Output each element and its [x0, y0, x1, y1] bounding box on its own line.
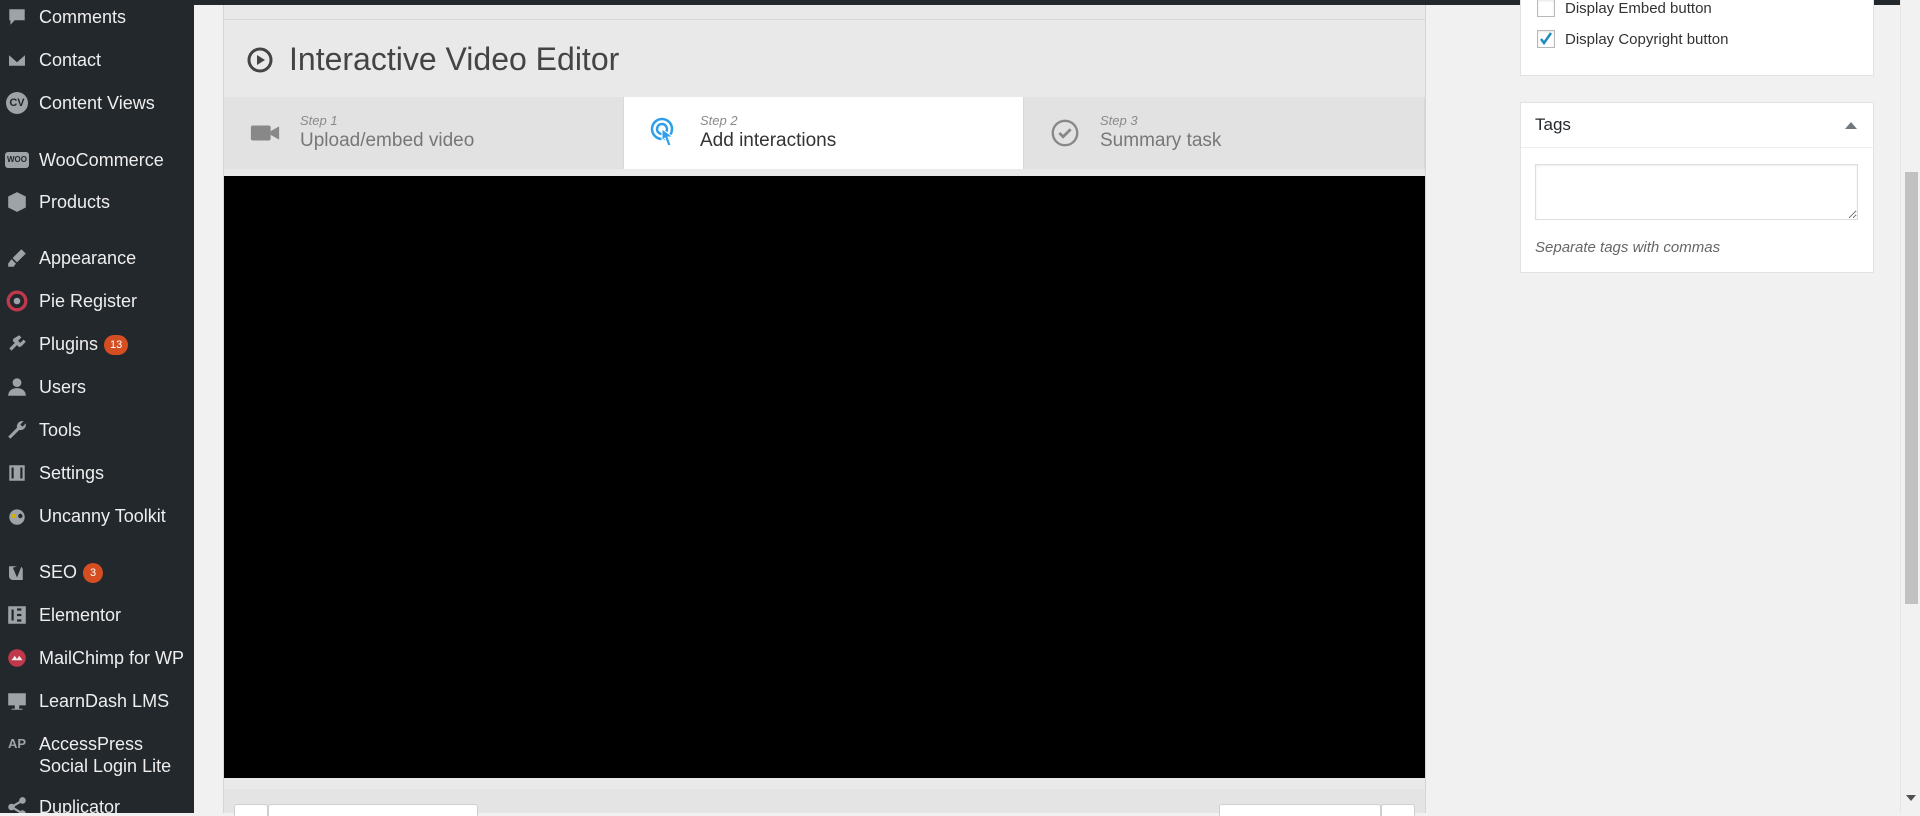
toolbar-button[interactable]: [234, 804, 268, 816]
toolbar-button[interactable]: [1381, 804, 1415, 816]
notification-badge: 3: [83, 563, 104, 583]
sidebar-item-appearance[interactable]: Appearance: [0, 247, 194, 269]
sidebar-item-label: WooCommerce: [39, 150, 164, 170]
sidebar-item-label: Contact: [39, 50, 102, 70]
plug-icon: [5, 333, 29, 355]
sliders-icon: [5, 462, 29, 484]
tags-box: Tags Separate tags with commas: [1520, 102, 1874, 273]
step-number: Step 2: [700, 113, 738, 128]
tap-icon: [648, 116, 682, 150]
tags-help-text: Separate tags with commas: [1535, 239, 1721, 256]
toolbar-button[interactable]: [1219, 804, 1381, 816]
step-label: Upload/embed video: [300, 130, 475, 151]
sidebar-item-label: LearnDash LMS: [39, 691, 170, 711]
sidebar-item-seo[interactable]: SEO 3: [0, 561, 194, 583]
yoast-icon: [5, 561, 29, 583]
sidebar-item-elementor[interactable]: Elementor: [0, 604, 194, 626]
page-scrollbar[interactable]: [1900, 0, 1920, 813]
display-embed-option[interactable]: Display Embed button: [1537, 0, 1712, 17]
embed-label: Display Embed button: [1565, 0, 1712, 17]
tab-step-2[interactable]: Step 2 Add interactions: [624, 97, 1024, 169]
step-tabs: Step 1 Upload/embed video Step 2 Add int…: [224, 97, 1425, 169]
comment-icon: [5, 6, 29, 28]
display-copyright-option[interactable]: Display Copyright button: [1537, 30, 1728, 48]
sidebar-item-label: Elementor: [39, 605, 122, 625]
sidebar-item-accesspress[interactable]: AP AccessPress Social Login Lite: [0, 733, 194, 777]
sidebar-item-products[interactable]: Products: [0, 191, 194, 213]
display-options-box: Display Embed button Display Copyright b…: [1520, 0, 1874, 76]
elementor-icon: [5, 604, 29, 626]
ap-icon: AP: [7, 736, 27, 751]
sidebar-item-users[interactable]: Users: [0, 376, 194, 398]
video-camera-icon: [248, 116, 282, 150]
step-number: Step 3: [1100, 113, 1138, 128]
sidebar-item-plugins[interactable]: Plugins 13: [0, 333, 194, 355]
tags-input[interactable]: [1535, 164, 1858, 220]
monitor-icon: [5, 690, 29, 712]
step-label: Add interactions: [700, 130, 837, 151]
sidebar-item-label: Products: [39, 192, 111, 212]
sidebar-item-comments[interactable]: Comments: [0, 6, 194, 28]
sidebar-item-duplicator[interactable]: Duplicator: [0, 796, 194, 813]
sidebar-item-label: Pie Register: [39, 291, 138, 311]
cv-icon: CV: [5, 92, 29, 114]
interactive-video-editor: Interactive Video Editor Step 1 Upload/e…: [223, 5, 1426, 816]
tab-step-3[interactable]: Step 3 Summary task: [1024, 97, 1425, 169]
sidebar-item-label: SEO: [39, 562, 78, 582]
sidebar-item-label: Tools: [39, 420, 82, 440]
sidebar-item-uncanny-toolkit[interactable]: Uncanny Toolkit: [0, 505, 194, 527]
sidebar-item-woocommerce[interactable]: WOO WooCommerce: [0, 149, 194, 171]
sidebar-item-contact[interactable]: Contact: [0, 49, 194, 71]
step-label: Summary task: [1100, 130, 1222, 151]
sidebar-item-content-views[interactable]: CV Content Views: [0, 92, 194, 114]
sidebar-item-tools[interactable]: Tools: [0, 419, 194, 441]
step-number: Step 1: [300, 113, 338, 128]
wrench-icon: [5, 419, 29, 441]
woocommerce-icon: WOO: [5, 149, 29, 171]
share-icon: [5, 796, 29, 813]
sidebar-item-pie-register[interactable]: Pie Register: [0, 290, 194, 312]
tab-step-1[interactable]: Step 1 Upload/embed video: [224, 97, 624, 169]
sidebar-item-label: Content Views: [39, 93, 155, 113]
copyright-checkbox[interactable]: [1537, 30, 1555, 48]
sidebar-item-label: Uncanny Toolkit: [39, 506, 166, 526]
scroll-down-arrow-icon[interactable]: [1906, 795, 1916, 801]
checkmark-icon: [1540, 32, 1553, 46]
editor-header: Interactive Video Editor: [224, 19, 1425, 99]
embed-checkbox[interactable]: [1537, 0, 1555, 17]
scrollbar-thumb[interactable]: [1905, 172, 1918, 604]
sidebar-item-label: AccessPress Social Login Lite: [39, 734, 172, 776]
owl-icon: [5, 505, 29, 527]
editor-title: Interactive Video Editor: [289, 41, 620, 77]
check-circle-icon: [1048, 116, 1082, 150]
copyright-label: Display Copyright button: [1565, 30, 1729, 48]
tags-title: Tags: [1535, 115, 1571, 134]
user-icon: [5, 376, 29, 398]
box-icon: [5, 191, 29, 213]
sidebar-item-mailchimp[interactable]: MailChimp for WP: [0, 647, 194, 669]
tags-box-header[interactable]: Tags: [1521, 103, 1873, 148]
sidebar-item-label: Users: [39, 377, 87, 397]
sidebar-item-learndash[interactable]: LearnDash LMS: [0, 690, 194, 712]
sidebar-item-settings[interactable]: Settings: [0, 462, 194, 484]
update-count-badge: 13: [104, 335, 129, 355]
video-player[interactable]: [224, 176, 1425, 778]
sidebar-item-label: Settings: [39, 463, 105, 483]
mail-icon: [5, 49, 29, 71]
target-icon: [5, 290, 29, 312]
collapse-caret-icon[interactable]: [1845, 121, 1857, 129]
paintbrush-icon: [5, 247, 29, 269]
mailchimp-icon: [5, 647, 29, 669]
toolbar-button[interactable]: [268, 804, 478, 816]
sidebar-item-label: Appearance: [39, 248, 137, 268]
play-circle-icon: [247, 47, 273, 72]
sidebar-item-label: MailChimp for WP: [39, 648, 185, 668]
sidebar-item-label: Duplicator: [39, 797, 121, 813]
admin-sidebar: Comments Contact CV Content Views WOO Wo…: [0, 0, 194, 813]
sidebar-item-label: Comments: [39, 7, 127, 27]
sidebar-item-label: Plugins: [39, 334, 99, 354]
editor-bottom-toolbar: [224, 789, 1425, 816]
